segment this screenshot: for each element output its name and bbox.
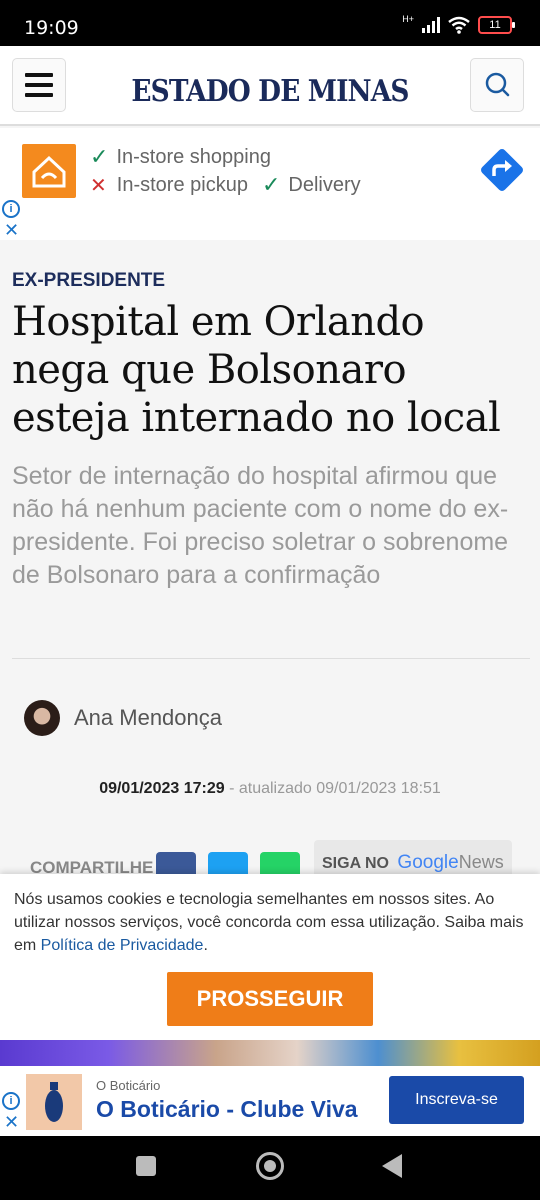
article-dates: 09/01/2023 17:29 - atualizado 09/01/2023… — [0, 780, 540, 798]
author-name[interactable]: Ana Mendonça — [74, 705, 222, 731]
cookie-text-end: . — [203, 937, 208, 954]
status-icons: H+ 11 — [402, 14, 515, 34]
ad-title[interactable]: O Boticário - Clube Viva — [96, 1096, 358, 1123]
product-image — [26, 1074, 82, 1130]
directions-icon[interactable] — [478, 146, 526, 194]
ad-line-1: ✓ In-store shopping — [90, 144, 271, 170]
cookie-text: Nós usamos cookies e tecnologia semelhan… — [14, 888, 526, 957]
ad-close-icon[interactable]: ✕ — [4, 220, 19, 241]
check-icon: ✓ — [261, 172, 281, 197]
check-icon: ✓ — [90, 144, 109, 169]
subscribe-button[interactable]: Inscreva-se — [389, 1076, 524, 1124]
updated-date: - atualizado 09/01/2023 18:51 — [224, 780, 441, 797]
site-header: ESTADO DE MINAS — [0, 46, 540, 126]
store-logo-icon — [22, 144, 76, 198]
wifi-icon — [448, 16, 470, 34]
proceed-button[interactable]: PROSSEGUIR — [167, 972, 373, 1026]
status-time: 19:09 — [24, 17, 79, 39]
ad-close-icon[interactable]: ✕ — [4, 1112, 19, 1133]
divider — [12, 658, 530, 659]
site-logo[interactable]: ESTADO DE MINAS — [32, 74, 507, 109]
bottom-ad-banner[interactable]: O Boticário O Boticário - Clube Viva Ins… — [0, 1066, 540, 1136]
ad-feature-pickup: In-store pickup — [116, 173, 248, 196]
network-type: H+ — [402, 14, 414, 24]
recents-icon[interactable] — [136, 1156, 156, 1176]
share-row: COMPARTILHE SIGA NO GoogleNews — [0, 836, 540, 882]
back-icon[interactable] — [382, 1154, 402, 1178]
top-ad-banner[interactable]: ✓ In-store shopping ✕ In-store pickup ✓ … — [0, 128, 540, 240]
article-photo — [0, 1040, 540, 1068]
article-kicker[interactable]: EX-PRESIDENTE — [12, 270, 165, 292]
ad-brand: O Boticário — [96, 1078, 161, 1093]
author-avatar[interactable] — [24, 700, 60, 736]
siga-no-label: SIGA NO — [322, 855, 389, 872]
ad-feature-delivery: Delivery — [288, 173, 361, 196]
cross-icon: ✕ — [90, 174, 107, 197]
article-headline: Hospital em Orlando nega que Bolsonaro e… — [12, 299, 501, 441]
battery-icon: 11 — [478, 16, 515, 34]
ad-feature-shopping: In-store shopping — [116, 145, 271, 168]
privacy-policy-link[interactable]: Política de Privacidade — [41, 937, 204, 954]
article-subtitle: Setor de internação do hospital afirmou … — [12, 462, 509, 589]
ad-info-icon[interactable]: i — [2, 1092, 20, 1110]
search-icon — [485, 72, 510, 97]
ad-info-icon[interactable]: i — [2, 200, 20, 218]
system-nav-bar — [0, 1136, 540, 1200]
ad-line-2: ✕ In-store pickup ✓ Delivery — [90, 172, 361, 198]
search-button[interactable] — [470, 58, 524, 112]
status-bar: 19:09 H+ 11 — [0, 0, 540, 46]
signal-icon — [422, 17, 440, 33]
published-date: 09/01/2023 17:29 — [99, 780, 225, 797]
home-icon[interactable] — [256, 1152, 284, 1180]
cookie-banner: Nós usamos cookies e tecnologia semelhan… — [0, 874, 540, 1042]
news-label: News — [458, 852, 504, 872]
google-logo-text: Google — [397, 852, 459, 873]
